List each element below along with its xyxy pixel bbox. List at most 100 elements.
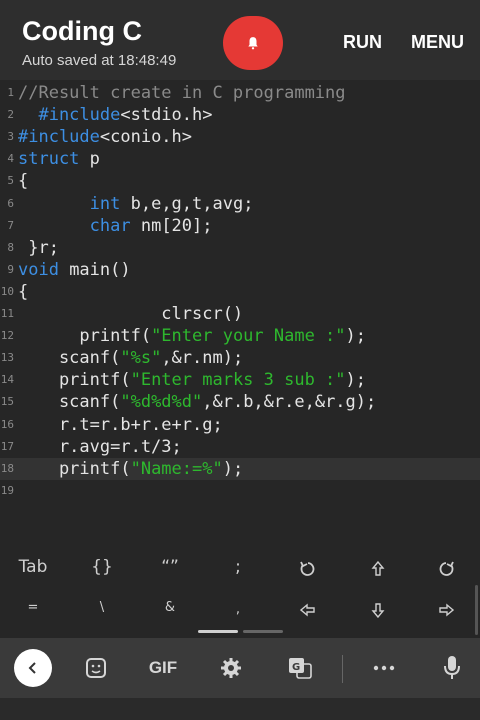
code-text[interactable]: r.t=r.b+r.e+r.g; xyxy=(18,414,223,436)
code-line[interactable]: 7 char nm[20]; xyxy=(0,215,480,237)
code-text[interactable]: #include<stdio.h> xyxy=(18,104,212,126)
code-text[interactable]: r.avg=r.t/3; xyxy=(18,436,182,458)
code-text[interactable]: #include<conio.h> xyxy=(18,126,192,148)
code-line[interactable]: 1 //Result create in C programming xyxy=(0,82,480,104)
tab-key[interactable]: Tab xyxy=(13,552,53,582)
code-line[interactable]: 14 printf("Enter marks 3 sub :"); xyxy=(0,369,480,391)
code-line[interactable]: 3 #include<conio.h> xyxy=(0,126,480,148)
svg-text:G: G xyxy=(292,662,300,673)
more-button[interactable] xyxy=(364,650,404,686)
semicolon-key[interactable]: ; xyxy=(218,552,258,582)
system-nav-bar xyxy=(0,698,480,720)
run-button[interactable]: RUN xyxy=(343,32,382,53)
bell-icon xyxy=(248,37,258,50)
code-line[interactable]: 19 xyxy=(0,480,480,502)
scrollbar[interactable] xyxy=(475,585,478,635)
code-line[interactable]: 15 scanf("%d%d%d",&r.b,&r.e,&r.g); xyxy=(0,391,480,413)
arrow-down-key[interactable] xyxy=(358,595,398,625)
arrow-right-key[interactable] xyxy=(426,595,466,625)
code-line[interactable]: 4 struct p xyxy=(0,148,480,170)
line-number: 5 xyxy=(7,174,14,188)
code-line[interactable]: 5{ xyxy=(0,170,480,192)
code-line[interactable]: 12 printf("Enter your Name :"); xyxy=(0,325,480,347)
code-token: { xyxy=(18,171,29,192)
code-token: b,e,g,t,avg; xyxy=(120,193,254,214)
code-text[interactable]: scanf("%s",&r.nm); xyxy=(18,347,243,369)
mic-icon xyxy=(444,656,460,679)
ampersand-key[interactable]: & xyxy=(150,592,190,622)
code-line[interactable]: 18 printf("Name:=%"); xyxy=(0,457,480,480)
line-number: 9 xyxy=(7,262,14,276)
code-token: "%s" xyxy=(120,348,162,369)
menu-button[interactable]: MENU xyxy=(411,32,464,53)
settings-icon xyxy=(221,658,241,678)
gif-button[interactable]: GIF xyxy=(143,650,183,686)
code-line[interactable]: 11 clrscr() xyxy=(0,303,480,325)
code-editor[interactable]: 1//Result create in C programming 2 #incl… xyxy=(0,80,480,544)
special-keys-bar: Tab {} “” ; = \ & , xyxy=(0,544,480,638)
code-line[interactable]: 13 scanf("%s",&r.nm); xyxy=(0,347,480,369)
line-number: 13 xyxy=(0,351,14,365)
braces-key[interactable]: {} xyxy=(82,552,122,582)
redo-icon xyxy=(439,561,454,576)
line-number: 4 xyxy=(7,152,14,166)
arrow-up-icon xyxy=(371,561,385,576)
back-icon xyxy=(28,662,36,674)
line-number: 2 xyxy=(7,108,14,122)
code-text[interactable]: void main() xyxy=(18,259,131,281)
page-indicator-active xyxy=(198,630,238,633)
arrow-right-icon xyxy=(439,603,454,617)
undo-icon xyxy=(300,561,315,576)
undo-key[interactable] xyxy=(288,554,328,584)
code-line[interactable]: 6 int b,e,g,t,avg; xyxy=(0,193,480,215)
code-token: r.t=r.b+r.e+r.g; xyxy=(18,414,223,435)
line-number: 6 xyxy=(7,196,14,210)
line-number: 15 xyxy=(0,395,14,409)
code-text[interactable]: { xyxy=(18,281,28,303)
code-line[interactable]: 9 void main() xyxy=(0,259,480,281)
code-token: struct xyxy=(18,149,80,170)
equals-key[interactable]: = xyxy=(13,592,53,622)
translate-button[interactable]: G xyxy=(280,650,320,686)
voice-input-button[interactable] xyxy=(432,650,472,686)
code-text[interactable]: //Result create in C programming xyxy=(18,82,346,104)
redo-key[interactable] xyxy=(426,554,466,584)
arrow-left-key[interactable] xyxy=(288,595,328,625)
code-line[interactable]: 17 r.avg=r.t/3; xyxy=(0,436,480,458)
arrow-up-key[interactable] xyxy=(358,554,398,584)
line-number: 7 xyxy=(7,218,14,232)
code-text[interactable]: printf("Enter marks 3 sub :"); xyxy=(18,369,366,391)
quotes-key[interactable]: “” xyxy=(150,552,190,582)
comma-key[interactable]: , xyxy=(218,594,258,624)
code-text[interactable]: char nm[20]; xyxy=(18,215,213,237)
arrow-down-icon xyxy=(371,603,385,618)
code-line[interactable]: 8 }r; xyxy=(0,237,480,259)
keyboard-back-button[interactable] xyxy=(14,649,52,687)
code-token: "%d%d%d" xyxy=(120,392,203,413)
code-token: ); xyxy=(222,458,244,479)
code-text[interactable]: int b,e,g,t,avg; xyxy=(18,193,254,215)
code-text[interactable]: scanf("%d%d%d",&r.b,&r.e,&r.g); xyxy=(18,391,376,413)
code-line[interactable]: 10 { xyxy=(0,281,480,303)
code-token: "Enter marks 3 sub :" xyxy=(130,370,346,391)
line-number: 14 xyxy=(0,373,14,387)
notification-button[interactable] xyxy=(223,16,283,70)
line-number: 3 xyxy=(7,130,14,144)
line-number: 10 xyxy=(0,284,14,298)
settings-button[interactable] xyxy=(211,650,251,686)
code-token: #include xyxy=(18,127,100,148)
code-token: ); xyxy=(345,370,367,391)
code-line[interactable]: 2 #include<stdio.h> xyxy=(0,104,480,126)
code-line[interactable]: 16 r.t=r.b+r.e+r.g; xyxy=(0,414,480,436)
code-token: printf( xyxy=(18,458,131,479)
code-text[interactable]: printf("Enter your Name :"); xyxy=(18,325,366,347)
code-token: void xyxy=(18,259,59,280)
code-token: char xyxy=(89,215,131,236)
backslash-key[interactable]: \ xyxy=(82,592,122,622)
code-text[interactable]: { xyxy=(18,170,28,192)
code-text[interactable]: struct p xyxy=(18,148,100,170)
sticker-button[interactable] xyxy=(76,650,116,686)
code-text[interactable]: clrscr() xyxy=(18,303,243,325)
code-text[interactable]: }r; xyxy=(18,237,59,259)
code-text[interactable]: printf("Name:=%"); xyxy=(18,458,243,480)
